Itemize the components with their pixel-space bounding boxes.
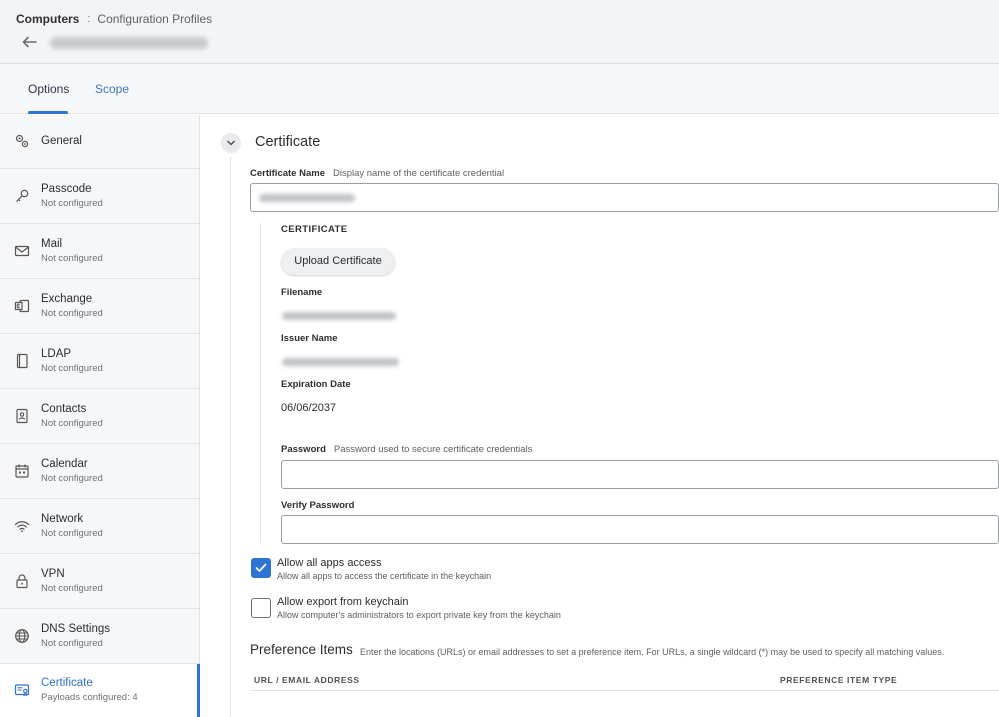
preference-items-hint: Enter the locations (URLs) or email addr… — [360, 647, 945, 657]
lock-icon — [14, 573, 30, 589]
sidebar-item-label: Network — [41, 513, 84, 525]
allow-export-label: Allow export from keychain — [277, 596, 409, 608]
expiration-date-label: Expiration Date — [281, 379, 351, 390]
sidebar-item-network[interactable]: Network Not configured — [0, 499, 199, 554]
upload-certificate-button[interactable]: Upload Certificate — [281, 248, 395, 275]
issuer-name-value-redacted — [282, 358, 399, 366]
certificate-name-value-redacted — [259, 194, 355, 202]
allow-all-apps-label: Allow all apps access — [277, 557, 382, 569]
active-tab-indicator — [28, 111, 68, 114]
column-header-preference-item-type[interactable]: PREFERENCE ITEM TYPE — [780, 675, 897, 685]
password-hint: Password used to secure certificate cred… — [333, 444, 533, 455]
globe-icon — [14, 628, 30, 644]
sidebar-item-certificate[interactable]: Certificate Payloads configured: 4 — [0, 664, 200, 717]
breadcrumb-separator: : — [87, 13, 91, 25]
certificate-name-label-text: Certificate Name — [250, 168, 325, 179]
sidebar-item-label: General — [41, 135, 82, 147]
sidebar-item-status: Not configured — [41, 198, 103, 209]
filename-label: Filename — [281, 287, 323, 298]
sidebar-item-status: Not configured — [41, 638, 103, 649]
section-guide-line — [230, 157, 231, 717]
tab-bar: Options Scope — [0, 64, 999, 114]
verify-password-input[interactable] — [281, 515, 999, 544]
breadcrumb-configuration-profiles[interactable]: Configuration Profiles — [97, 12, 212, 26]
tab-scope[interactable]: Scope — [95, 82, 129, 96]
sidebar-item-dns-settings[interactable]: DNS Settings Not configured — [0, 609, 199, 664]
sidebar-item-label: VPN — [41, 568, 65, 580]
sidebar-item-label: Calendar — [41, 458, 88, 470]
sidebar-item-status: Not configured — [41, 473, 103, 484]
column-header-url-email[interactable]: URL / EMAIL ADDRESS — [254, 675, 360, 685]
certificate-icon — [14, 682, 30, 698]
sidebar-item-passcode[interactable]: Passcode Not configured — [0, 169, 199, 224]
certificate-name-hint: Display name of the certificate credenti… — [332, 168, 505, 179]
sidebar-item-status: Not configured — [41, 528, 103, 539]
active-item-indicator — [197, 664, 200, 717]
breadcrumb: Computers : Configuration Profiles — [16, 12, 212, 26]
sidebar-item-calendar[interactable]: Calendar Not configured — [0, 444, 199, 499]
book-icon — [14, 353, 30, 369]
allow-all-apps-description: Allow all apps to access the certificate… — [277, 571, 492, 581]
sidebar-item-status: Not configured — [41, 253, 103, 264]
certificate-heading: CERTIFICATE — [281, 224, 348, 235]
payload-editor: Certificate Certificate Name Display name… — [201, 115, 999, 717]
allow-all-apps-checkbox[interactable] — [251, 558, 271, 578]
filename-value-redacted — [282, 312, 396, 320]
sidebar-item-status: Not configured — [41, 308, 103, 319]
sidebar-item-label: Passcode — [41, 183, 92, 195]
sidebar-item-label: DNS Settings — [41, 623, 111, 635]
allow-export-description: Allow computer's administrators to expor… — [277, 610, 561, 620]
back-arrow-icon[interactable] — [20, 34, 38, 50]
sidebar-item-exchange[interactable]: Exchange Not configured — [0, 279, 199, 334]
certificate-name-input[interactable] — [250, 183, 999, 212]
certificate-name-label: Certificate Name Display name of the cert… — [250, 168, 504, 179]
sidebar-item-label: Mail — [41, 238, 63, 250]
sidebar-item-status: Payloads configured: 4 — [41, 692, 138, 703]
sidebar-item-status: Not configured — [41, 583, 103, 594]
certificate-group-line — [260, 223, 261, 543]
sidebar-item-label: LDAP — [41, 348, 72, 360]
contact-card-icon — [14, 408, 30, 424]
sidebar-item-label: Certificate — [41, 677, 93, 689]
expiration-date-value: 06/06/2037 — [281, 402, 337, 414]
page-header: Computers : Configuration Profiles — [0, 0, 999, 64]
gears-icon — [14, 133, 30, 149]
tab-options[interactable]: Options — [28, 82, 69, 96]
password-label: Password Password used to secure certific… — [281, 444, 532, 455]
envelope-icon — [14, 243, 30, 259]
sidebar-item-label: Contacts — [41, 403, 87, 415]
table-header-divider — [250, 690, 999, 691]
sidebar-item-ldap[interactable]: LDAP Not configured — [0, 334, 199, 389]
preference-items-title: Preference Items — [250, 642, 353, 657]
profile-title-redacted — [50, 37, 208, 49]
password-label-text: Password — [281, 444, 326, 455]
section-title: Certificate — [255, 134, 321, 150]
sidebar-item-label: Exchange — [41, 293, 93, 305]
allow-export-checkbox[interactable] — [251, 598, 271, 618]
sidebar-item-status: Not configured — [41, 418, 103, 429]
payload-sidebar: General Passcode Not configured Mail Not… — [0, 115, 200, 717]
calendar-icon — [14, 463, 30, 479]
sidebar-item-contacts[interactable]: Contacts Not configured — [0, 389, 199, 444]
sidebar-item-status: Not configured — [41, 363, 103, 374]
breadcrumb-computers[interactable]: Computers — [16, 12, 79, 26]
wifi-icon — [14, 518, 30, 534]
sidebar-item-mail[interactable]: Mail Not configured — [0, 224, 199, 279]
sidebar-item-vpn[interactable]: VPN Not configured — [0, 554, 199, 609]
verify-password-label: Verify Password — [281, 500, 355, 511]
exchange-icon — [14, 298, 30, 314]
issuer-name-label: Issuer Name — [281, 333, 338, 344]
sidebar-item-general[interactable]: General — [0, 115, 199, 169]
collapse-section-button[interactable] — [221, 133, 241, 153]
key-icon — [14, 188, 30, 204]
password-input[interactable] — [281, 460, 999, 489]
